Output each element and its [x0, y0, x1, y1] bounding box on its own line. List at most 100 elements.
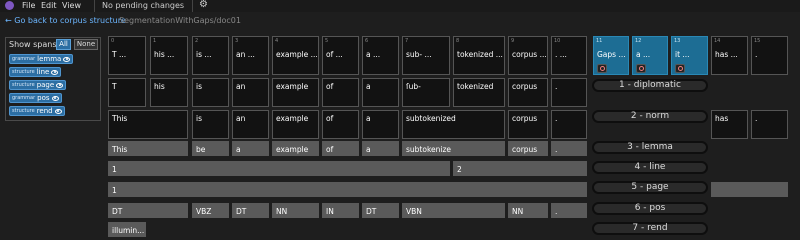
diplomatic-cell[interactable]: is: [192, 78, 229, 107]
menu-view[interactable]: View: [62, 1, 81, 10]
pos-cell[interactable]: DT: [108, 203, 188, 218]
token-cell[interactable]: 5 of ...: [322, 36, 359, 75]
lemma-cell[interactable]: This: [108, 141, 188, 156]
pos-cell[interactable]: IN: [322, 203, 359, 218]
token-text: . ...: [555, 50, 567, 59]
token-cell[interactable]: 15 .: [751, 36, 788, 75]
show-all-button[interactable]: All: [56, 39, 71, 50]
rend-cell[interactable]: illumin...: [108, 222, 146, 237]
layer-label-diplomatic: 1 - diplomatic: [592, 79, 708, 92]
pos-cell[interactable]: NN: [508, 203, 548, 218]
gear-icon[interactable]: ⚙: [199, 0, 208, 10]
menu-edit[interactable]: Edit: [41, 1, 57, 10]
remove-gap-button[interactable]: [675, 64, 685, 73]
lemma-cell[interactable]: of: [322, 141, 359, 156]
remove-gap-button[interactable]: [636, 64, 646, 73]
layer-name: page: [36, 81, 55, 89]
norm-cell[interactable]: corpus: [508, 110, 548, 139]
layer-toggle-lemma[interactable]: grammar lemma: [9, 54, 74, 64]
layer-toggle-page[interactable]: structure page: [9, 80, 67, 90]
token-cell[interactable]: 8 tokenized ...: [453, 36, 505, 75]
norm-cell[interactable]: of: [322, 110, 359, 139]
lemma-cell[interactable]: subtokenize: [402, 141, 505, 156]
token-text: it ...: [675, 50, 690, 59]
token-index: 9: [511, 38, 515, 44]
norm-cell[interactable]: an: [232, 110, 269, 139]
gap-token-cell[interactable]: 11 Gaps ...: [593, 36, 629, 75]
pos-cell[interactable]: VBZ: [192, 203, 229, 218]
gap-token-cell[interactable]: 12 a ...: [632, 36, 668, 75]
token-cell[interactable]: 7 sub- ...: [402, 36, 450, 75]
menu-file[interactable]: File: [22, 1, 35, 10]
norm-cell[interactable]: subtokenized: [402, 110, 505, 139]
page-cell[interactable]: 1: [108, 182, 587, 197]
token-cell[interactable]: 1 his ...: [150, 36, 188, 75]
pos-cell[interactable]: NN: [272, 203, 319, 218]
pos-cell[interactable]: .: [551, 203, 587, 218]
eye-icon: [56, 82, 64, 88]
diplomatic-cell[interactable]: tokenized: [453, 78, 505, 107]
norm-cell[interactable]: .: [751, 110, 788, 139]
token-cell[interactable]: 2 is ...: [192, 36, 229, 75]
lemma-cell[interactable]: .: [551, 141, 587, 156]
lemma-cell[interactable]: corpus: [508, 141, 548, 156]
pos-cell[interactable]: VBN: [402, 203, 505, 218]
diplomatic-cell[interactable]: a: [362, 78, 399, 107]
gap-token-cell[interactable]: 13 it ...: [671, 36, 708, 75]
token-index: 10: [554, 38, 561, 44]
norm-cell[interactable]: is: [192, 110, 229, 139]
layer-toggle-line[interactable]: structure line: [9, 67, 62, 77]
diplomatic-cell[interactable]: example: [272, 78, 319, 107]
layer-type: structure: [12, 108, 35, 114]
norm-cell[interactable]: example: [272, 110, 319, 139]
norm-cell[interactable]: has: [711, 110, 748, 139]
token-cell[interactable]: 6 a ...: [362, 36, 399, 75]
layer-type: grammar: [12, 56, 36, 62]
remove-icon: [599, 66, 605, 71]
page-cell-extension[interactable]: [711, 182, 788, 197]
token-cell[interactable]: 4 example ...: [272, 36, 319, 75]
token-text: of ...: [326, 50, 343, 59]
line-cell[interactable]: 1: [108, 161, 450, 176]
remove-gap-button[interactable]: [597, 64, 607, 73]
token-cell[interactable]: 0 T ...: [108, 36, 146, 75]
lemma-cell[interactable]: a: [362, 141, 399, 156]
diplomatic-cell[interactable]: ſub-: [402, 78, 450, 107]
norm-cell[interactable]: This: [108, 110, 188, 139]
pos-cell[interactable]: DT: [232, 203, 269, 218]
token-index: 5: [325, 38, 329, 44]
token-cell[interactable]: 10 . ...: [551, 36, 587, 75]
token-text: an ...: [236, 50, 255, 59]
token-cell[interactable]: 3 an ...: [232, 36, 269, 75]
layer-name: pos: [37, 94, 50, 102]
diplomatic-cell[interactable]: corpus: [508, 78, 548, 107]
layer-toggle-pos[interactable]: grammar pos: [9, 93, 62, 103]
show-none-button[interactable]: None: [74, 39, 98, 50]
lemma-cell[interactable]: example: [272, 141, 319, 156]
eye-icon: [63, 56, 71, 62]
eye-icon: [54, 108, 62, 114]
divider: [192, 0, 193, 12]
lemma-cell[interactable]: be: [192, 141, 229, 156]
diplomatic-cell[interactable]: an: [232, 78, 269, 107]
layer-toggle-rend[interactable]: structure rend: [9, 106, 65, 116]
token-cell[interactable]: 9 corpus ...: [508, 36, 548, 75]
token-text: tokenized ...: [457, 50, 503, 59]
back-to-corpus-link[interactable]: ← Go back to corpus structure: [5, 16, 126, 25]
diplomatic-cell[interactable]: T: [108, 78, 146, 107]
divider: [94, 0, 95, 12]
norm-cell[interactable]: a: [362, 110, 399, 139]
document-path: SegmentationWithGaps/doc01: [119, 16, 241, 25]
pos-cell[interactable]: DT: [362, 203, 399, 218]
token-cell[interactable]: 14 has ...: [711, 36, 748, 75]
norm-cell[interactable]: .: [551, 110, 587, 139]
lemma-cell[interactable]: a: [232, 141, 269, 156]
layer-name: lemma: [37, 55, 62, 63]
diplomatic-cell[interactable]: his: [150, 78, 188, 107]
line-cell[interactable]: 2: [453, 161, 587, 176]
layer-name: rend: [36, 107, 53, 115]
token-text: Gaps ...: [597, 50, 626, 59]
remove-icon: [677, 66, 683, 71]
diplomatic-cell[interactable]: of: [322, 78, 359, 107]
diplomatic-cell[interactable]: .: [551, 78, 587, 107]
